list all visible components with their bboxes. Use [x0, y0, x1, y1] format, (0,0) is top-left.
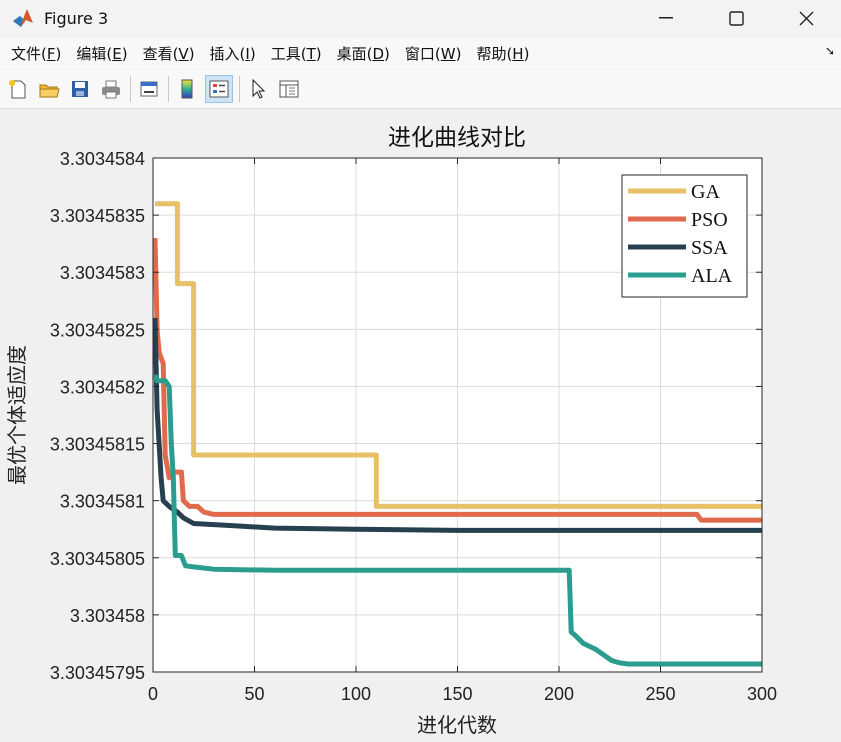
maximize-icon — [728, 10, 744, 26]
window-titlebar: Figure 3 — [0, 0, 841, 36]
y-tick-label: 3.30345805 — [50, 549, 145, 569]
menu-bar: 文件(F) 编辑(E) 查看(V) 插入(I) 工具(T) 桌面(D) 窗口(W) 帮助(H) — [0, 37, 841, 69]
minimize-button[interactable] — [631, 0, 701, 36]
edit-plot-button[interactable] — [245, 76, 271, 102]
menu-item-w[interactable]: 窗口(W) — [405, 43, 462, 64]
new-file-icon — [9, 80, 26, 99]
menu-item-d[interactable]: 桌面(D) — [337, 43, 390, 64]
y-tick-label: 3.3034584 — [60, 149, 145, 169]
print-icon — [102, 80, 120, 99]
x-tick-label: 100 — [341, 684, 371, 704]
toolbar-separator — [239, 76, 240, 102]
property-inspector-button[interactable] — [276, 76, 302, 102]
chart: 0 50 100 150 200 250 300 3.30345795 3.303458 3.30… — [5, 125, 777, 737]
y-tick-label: 3.303458 — [70, 606, 145, 626]
print-button[interactable] — [98, 76, 124, 102]
legend-label-ssa: SSA — [691, 237, 728, 259]
colorbar-button[interactable] — [174, 76, 200, 102]
toolbar-separator — [130, 76, 131, 102]
window-title: Figure 3 — [44, 8, 109, 28]
y-tick-label: 3.3034583 — [60, 263, 145, 283]
link-plot-button[interactable] — [136, 76, 162, 102]
new-figure-button[interactable] — [5, 76, 31, 102]
save-button[interactable] — [67, 76, 93, 102]
window-controls — [631, 0, 841, 36]
x-tick-label: 0 — [148, 684, 158, 704]
x-tick-label: 150 — [442, 684, 472, 704]
menu-item-t[interactable]: 工具(T) — [271, 43, 322, 64]
y-axis-label: 最优个体适应度 — [5, 345, 29, 485]
menu-item-e[interactable]: 编辑(E) — [76, 43, 127, 64]
legend-button[interactable] — [205, 75, 233, 103]
open-folder-icon — [39, 84, 60, 98]
link-plot-icon — [140, 81, 158, 97]
property-inspector-icon — [279, 80, 299, 98]
menu-item-h[interactable]: 帮助(H) — [476, 43, 529, 64]
y-tick-label: 3.30345815 — [50, 435, 145, 455]
figure-canvas: 0 50 100 150 200 250 300 3.30345795 3.303458 3.30… — [2, 110, 839, 742]
save-icon — [72, 81, 88, 97]
y-tick-label: 3.3034581 — [60, 492, 145, 512]
legend-label-pso: PSO — [691, 209, 728, 231]
x-tick-label: 200 — [544, 684, 574, 704]
x-axis-label: 进化代数 — [417, 713, 497, 737]
legend[interactable]: GA PSO SSA ALA — [621, 174, 748, 298]
matlab-icon — [13, 9, 33, 27]
y-tick-label: 3.3034582 — [60, 377, 145, 397]
toolbar-separator — [168, 76, 169, 102]
menu-item-f[interactable]: 文件(F) — [11, 43, 61, 64]
x-tick-label: 300 — [747, 684, 777, 704]
pointer-icon — [252, 78, 266, 99]
y-tick-label: 3.30345835 — [50, 206, 145, 226]
y-tick-label: 3.30345795 — [50, 663, 145, 683]
x-tick-label: 50 — [244, 684, 264, 704]
menu-item-i[interactable]: 插入(I) — [210, 43, 256, 64]
legend-label-ga: GA — [691, 181, 720, 203]
open-file-button[interactable] — [36, 76, 62, 102]
x-tick-label: 250 — [645, 684, 675, 704]
figure-toolbar — [0, 70, 841, 109]
minimize-icon — [659, 17, 673, 19]
close-icon — [799, 11, 813, 25]
close-button[interactable] — [771, 0, 841, 36]
legend-label-ala: ALA — [691, 265, 733, 287]
chart-title: 进化曲线对比 — [388, 125, 526, 151]
y-tick-label: 3.30345825 — [50, 320, 145, 340]
menu-item-v[interactable]: 查看(V) — [143, 43, 195, 64]
colorbar-icon — [181, 79, 193, 99]
maximize-button[interactable] — [701, 0, 771, 36]
dock-arrow-icon[interactable]: ➘ — [825, 44, 835, 58]
legend-icon — [209, 80, 229, 98]
